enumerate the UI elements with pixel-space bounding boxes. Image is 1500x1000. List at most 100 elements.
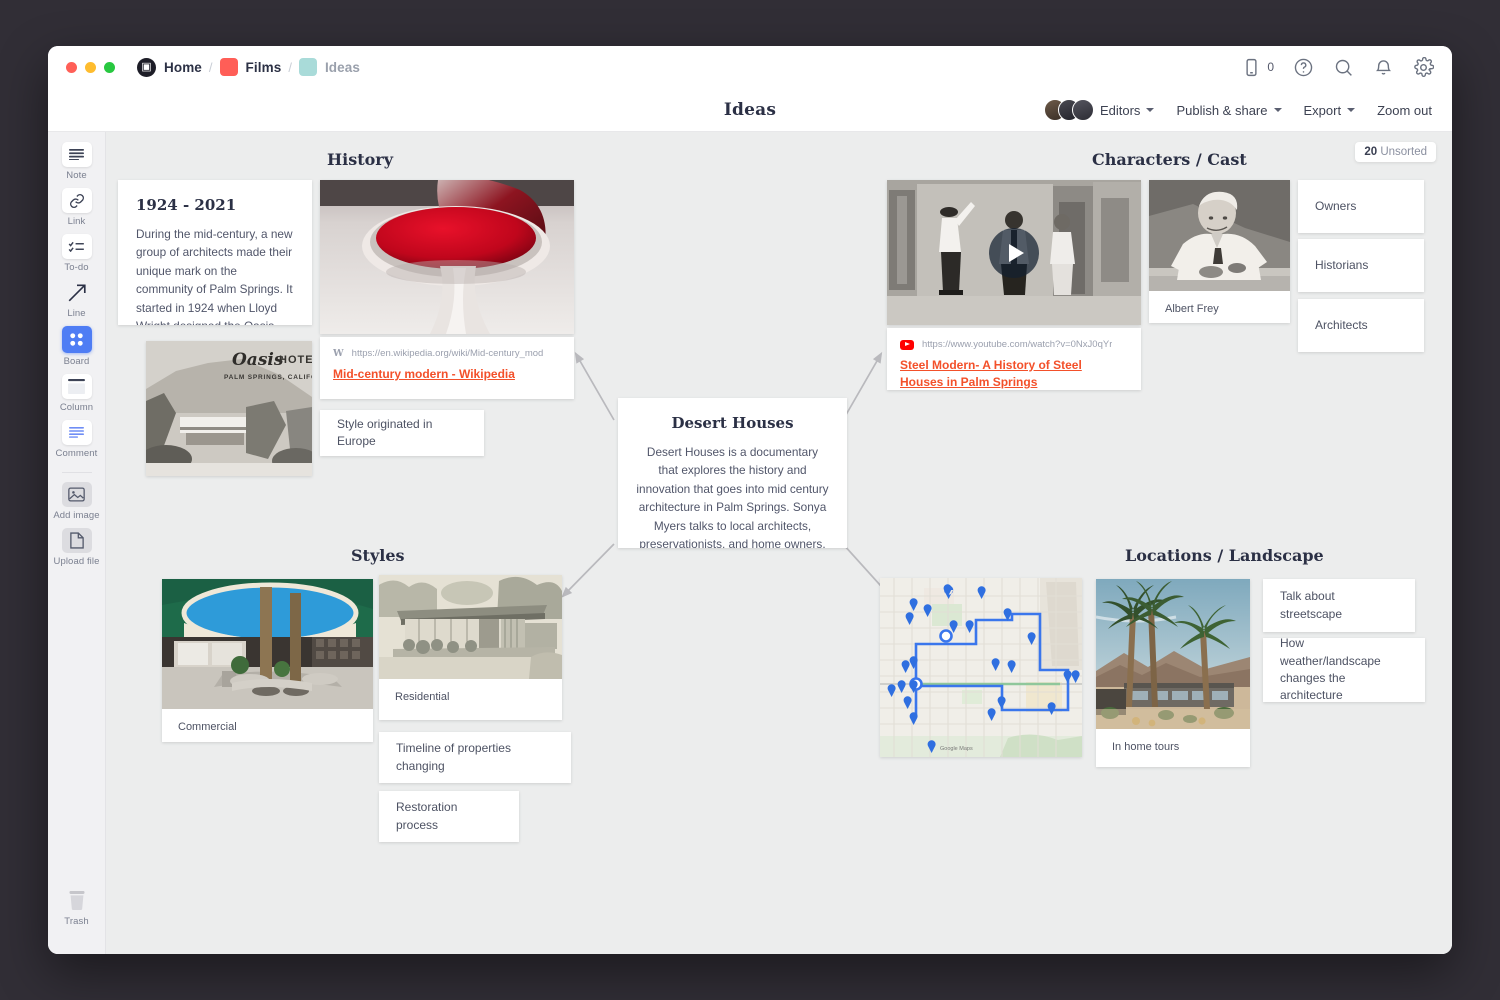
history-note-title: 1924 - 2021 xyxy=(136,196,294,214)
sidebar-item-upload-file[interactable]: Upload file xyxy=(51,528,103,567)
youtube-url: https://www.youtube.com/watch?v=0NxJ0qYr xyxy=(922,339,1112,350)
titlebar-actions: 0 xyxy=(1241,46,1434,88)
board-swatch-icon-films xyxy=(220,58,238,76)
sidebar-item-line[interactable]: Line xyxy=(51,280,103,319)
commercial-illustration xyxy=(162,579,373,709)
avatar-group xyxy=(1044,99,1094,121)
column-icon xyxy=(62,374,92,399)
editors-label[interactable]: Editors xyxy=(1100,103,1154,118)
red-tulip-chair-photo xyxy=(320,180,574,334)
chevron-down-icon xyxy=(1274,108,1282,112)
steel-houses-video-card[interactable] xyxy=(887,180,1141,325)
board-swatch-icon-ideas xyxy=(299,58,317,76)
editors-menu[interactable]: Editors xyxy=(1044,99,1154,121)
sidebar-label-add-image: Add image xyxy=(53,510,99,521)
center-node-content: Desert Houses Desert Houses is a documen… xyxy=(618,398,847,548)
note-timeline-text: Timeline of properties changing xyxy=(396,740,554,775)
note-architects[interactable]: Architects xyxy=(1298,299,1424,352)
chair-image-card[interactable] xyxy=(320,180,574,334)
commercial-caption: Commercial xyxy=(162,709,373,742)
sidebar-label-upload-file: Upload file xyxy=(54,556,100,567)
sidebar-item-comment[interactable]: Comment xyxy=(51,420,103,459)
steel-houses-video-thumbnail xyxy=(887,180,1141,325)
phone-icon xyxy=(1241,57,1262,78)
history-note-body: During the mid-century, a new group of a… xyxy=(136,225,294,325)
sidebar-item-link[interactable]: Link xyxy=(51,188,103,227)
wikipedia-link-title[interactable]: Mid-century modern - Wikipedia xyxy=(333,366,561,383)
svg-text:PALM SPRINGS, CALIFORNIA: PALM SPRINGS, CALIFORNIA xyxy=(224,374,312,381)
note-streetscape[interactable]: Talk about streetscape xyxy=(1263,579,1415,632)
youtube-icon xyxy=(900,340,914,350)
close-window-button[interactable] xyxy=(66,62,77,73)
youtube-url-row: https://www.youtube.com/watch?v=0NxJ0qYr xyxy=(900,339,1128,350)
export-menu[interactable]: Export xyxy=(1304,103,1356,118)
settings-icon[interactable] xyxy=(1413,57,1434,78)
play-icon[interactable] xyxy=(989,228,1039,278)
breadcrumb-separator-2: / xyxy=(288,60,292,75)
maximize-window-button[interactable] xyxy=(104,62,115,73)
editors-text: Editors xyxy=(1100,103,1140,118)
link-glyph xyxy=(69,193,85,209)
oasis-hotel-image-card[interactable]: Oasis HOTEL PALM SPRINGS, CALIFORNIA xyxy=(146,341,312,476)
notifications-icon[interactable] xyxy=(1373,57,1394,78)
header-actions: Editors Publish & share Export Zoom out xyxy=(1036,88,1432,132)
export-label: Export xyxy=(1304,103,1342,118)
publish-share-menu[interactable]: Publish & share xyxy=(1176,103,1281,118)
left-toolbar: Note Link To-do xyxy=(48,132,106,954)
breadcrumb-item-films[interactable]: Films xyxy=(220,58,282,76)
map-card[interactable]: Google Maps xyxy=(880,578,1082,757)
publish-share-label: Publish & share xyxy=(1176,103,1267,118)
zoom-out-button[interactable]: Zoom out xyxy=(1377,103,1432,118)
sidebar-item-add-image[interactable]: Add image xyxy=(51,482,103,521)
sidebar-item-todo[interactable]: To-do xyxy=(51,234,103,273)
sidebar-item-note[interactable]: Note xyxy=(51,142,103,181)
board-icon xyxy=(62,326,92,353)
search-icon[interactable] xyxy=(1333,57,1354,78)
toolbar-divider xyxy=(62,472,92,473)
note-weather-landscape-text: How weather/landscape changes the archit… xyxy=(1280,635,1408,705)
sidebar-label-note: Note xyxy=(66,170,86,181)
sidebar-item-board[interactable]: Board xyxy=(51,326,103,367)
help-icon[interactable] xyxy=(1293,57,1314,78)
note-weather-landscape[interactable]: How weather/landscape changes the archit… xyxy=(1263,638,1425,702)
board-canvas[interactable]: 20 Unsorted History Characters / Cast St… xyxy=(106,132,1452,954)
note-restoration[interactable]: Restoration process xyxy=(379,791,519,842)
sidebar-label-todo: To-do xyxy=(64,262,88,273)
window-titlebar: ▣ Home / Films / Ideas 0 xyxy=(48,46,1452,88)
youtube-link-title[interactable]: Steel Modern- A History of Steel Houses … xyxy=(900,357,1128,391)
commercial-building-photo xyxy=(162,579,373,709)
note-glyph xyxy=(69,149,84,160)
arrow-to-history xyxy=(576,354,614,420)
sidebar-label-link: Link xyxy=(68,216,86,227)
albert-frey-card[interactable]: Albert Frey xyxy=(1149,180,1290,323)
palm-trees-desert-house-photo xyxy=(1096,579,1250,729)
sidebar-item-trash[interactable]: Trash xyxy=(51,888,103,927)
breadcrumb-label-ideas: Ideas xyxy=(325,60,360,75)
note-historians[interactable]: Historians xyxy=(1298,239,1424,292)
note-owners[interactable]: Owners xyxy=(1298,180,1424,233)
commercial-image-card[interactable]: Commercial xyxy=(162,579,373,742)
sidebar-item-column[interactable]: Column xyxy=(51,374,103,413)
phone-counter[interactable]: 0 xyxy=(1241,57,1274,78)
palms-image-card[interactable]: In home tours xyxy=(1096,579,1250,767)
breadcrumb-item-ideas[interactable]: Ideas xyxy=(299,58,360,76)
app-window: ▣ Home / Films / Ideas 0 xyxy=(48,46,1452,954)
youtube-link-card[interactable]: https://www.youtube.com/watch?v=0NxJ0qYr… xyxy=(887,328,1141,390)
note-streetscape-text: Talk about streetscape xyxy=(1280,588,1398,623)
section-title-styles: Styles xyxy=(351,546,405,565)
history-note-card[interactable]: 1924 - 2021 During the mid-century, a ne… xyxy=(118,180,312,325)
note-style-origin[interactable]: Style originated in Europe xyxy=(320,410,484,456)
milanote-logo-icon: ▣ xyxy=(137,58,156,77)
chevron-down-icon xyxy=(1347,108,1355,112)
document-header: Ideas Editors Publish & share Export xyxy=(48,88,1452,132)
residential-image-card[interactable]: Residential xyxy=(379,575,562,720)
breadcrumb-item-home[interactable]: ▣ Home xyxy=(137,58,202,77)
minimize-window-button[interactable] xyxy=(85,62,96,73)
note-historians-text: Historians xyxy=(1315,257,1368,274)
unsorted-badge[interactable]: 20 Unsorted xyxy=(1355,142,1436,162)
traffic-lights xyxy=(66,62,115,73)
wikipedia-link-card[interactable]: W https://en.wikipedia.org/wiki/Mid-cent… xyxy=(320,337,574,399)
center-node-card[interactable]: Desert Houses Desert Houses is a documen… xyxy=(618,398,847,548)
chevron-down-icon xyxy=(1146,108,1154,112)
note-timeline[interactable]: Timeline of properties changing xyxy=(379,732,571,783)
